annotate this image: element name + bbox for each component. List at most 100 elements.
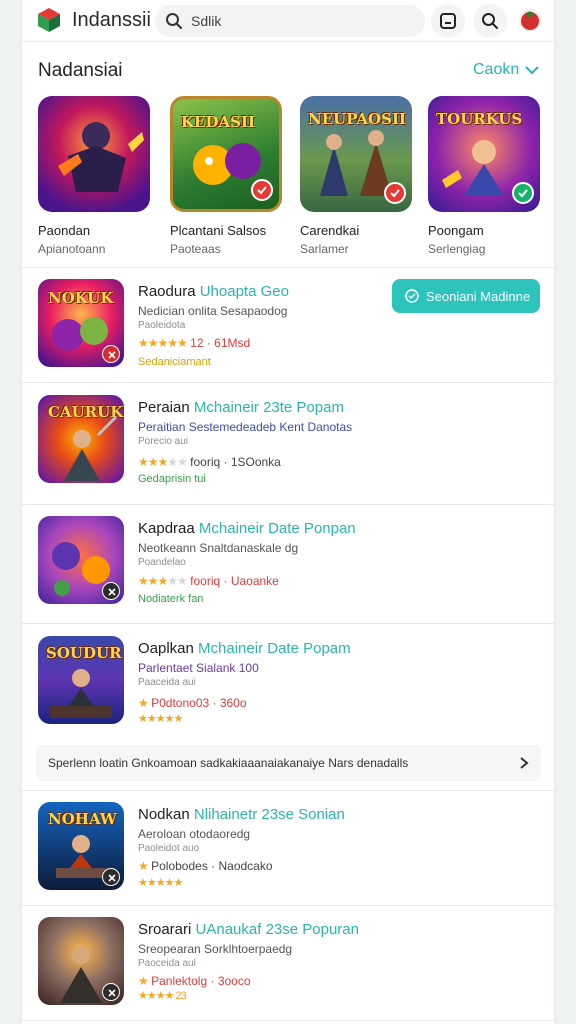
close-badge (102, 345, 120, 363)
featured-card[interactable]: KEDASII Plcantani Salsos Paoteaas (170, 96, 286, 256)
list-title-highlight: Nlihainetr 23se Sonian (193, 806, 345, 823)
rating: ★★★★★ fooriq · Uaoanke (138, 574, 279, 588)
rating: ★★★★★ 12 · 61Msd (138, 336, 250, 350)
list-subtitle: Peraitian Sestemedeadeb Kent Danotas (138, 420, 353, 434)
featured-subtitle: Paoteaas (170, 242, 221, 256)
rating: ★ Polobodes · Naodcako (138, 859, 273, 873)
divider (22, 790, 554, 791)
star-rating-icon: ★★★★★ (138, 455, 188, 469)
list-subtitle: Aeroloan otodaoredg (138, 827, 251, 841)
list-title: Oaplkan Mchaineir Date Popam (138, 640, 351, 657)
list-meta: Porecio aui (138, 436, 189, 447)
warrior-art-icon (64, 415, 118, 481)
banner-text: Sperlenn loatin Gnkoamoan sadkakiaaanaia… (48, 756, 409, 770)
star-rating-icon: ★ (138, 859, 149, 873)
featured-name: Plcantani Salsos (170, 223, 267, 238)
install-button[interactable]: Seoniani Madinne (392, 279, 540, 313)
featured-name: Carendkai (300, 223, 360, 238)
star-rating-icon: ★ (138, 974, 149, 988)
search-button[interactable] (473, 4, 507, 38)
app-window: Indanssii Sdlik Nadansiai Caokn Paondan … (22, 0, 554, 1024)
list-title: Sroarari UAnaukaf 23se Popuran (138, 921, 359, 938)
check-circle-icon (405, 289, 419, 303)
list-title-highlight: Uhoapta Geo (199, 283, 289, 300)
star-rating-icon: ★★★★★ (138, 336, 188, 350)
divider (22, 267, 554, 268)
list-item[interactable]: SOUDUR Oaplkan Mchaineir Date Popam Parl… (22, 636, 554, 756)
hero-art-icon (58, 122, 144, 192)
developer-label: Sedaniciamant (138, 356, 211, 368)
warrior-art-icon (50, 669, 112, 718)
rating-text: fooriq · Uaoanke (190, 574, 279, 588)
featured-name: Poongam (428, 223, 484, 238)
menu-square-icon (440, 13, 456, 29)
divider (22, 623, 554, 624)
list-title: Peraian Mchaineir 23te Popam (138, 399, 344, 416)
list-subtitle: Nedician onlita Sesapaodog (138, 304, 288, 318)
featured-thumbnail: TOURKUS (428, 96, 540, 212)
divider (22, 382, 554, 383)
verified-badge (251, 179, 273, 201)
close-icon (108, 874, 116, 882)
list-title: Raodura Uhoapta Geo (138, 283, 289, 300)
list-item[interactable]: Sroarari UAnaukaf 23se Popuran Sreopeara… (22, 917, 554, 1024)
user-avatar-icon[interactable] (518, 8, 542, 32)
list-meta: Paoceida aul (138, 958, 196, 969)
close-icon (108, 989, 116, 997)
section-title: Nadansiai (38, 60, 123, 81)
featured-thumbnail: KEDASII (170, 96, 282, 212)
featured-thumbnail: NEUPAOSII (300, 96, 412, 212)
list-item[interactable]: NOKUK Raodura Uhoapta Geo Nedician onlit… (22, 279, 554, 399)
developer-label: Gedaprisin tui (138, 473, 206, 485)
list-meta: Paoleidota (138, 320, 186, 331)
check-icon (390, 189, 400, 198)
chevron-right-icon (520, 757, 529, 769)
rating-text: 12 · 61Msd (190, 336, 251, 350)
list-title: Kapdraa Mchaineir Date Ponpan (138, 520, 356, 537)
stars-filled: ★★★ (138, 455, 168, 469)
star-rating-icon: ★ (138, 696, 149, 710)
check-icon (518, 189, 528, 198)
app-logo-icon[interactable] (36, 7, 62, 33)
list-item[interactable]: NOHAW Nodkan Nlihainetr 23se Sonian Aero… (22, 802, 554, 922)
rating: ★ Panlektolg · 3ooco (138, 974, 251, 988)
featured-card[interactable]: Paondan Apianotoann (38, 96, 154, 256)
list-meta: Paaceida aui (138, 677, 196, 688)
app-name: Indanssii (72, 9, 151, 31)
search-icon (482, 13, 498, 29)
list-title-highlight: Mchaineir Date Ponpan (198, 520, 356, 537)
star-rating-icon: ★★★★★ (138, 574, 188, 588)
star-rating-icon: ★★★★ 23 (138, 990, 187, 1002)
rating-text: Panlektolg · 3ooco (151, 974, 251, 988)
featured-card[interactable]: TOURKUS Poongam Serlengiag (428, 96, 544, 256)
close-badge (102, 868, 120, 886)
list-thumbnail: SOUDUR (38, 636, 124, 724)
rating: ★ P0dtono03 · 360o (138, 696, 247, 710)
rating: ★★★★★ fooriq · 1SOonka (138, 455, 281, 469)
list-title-main: Oaplkan (138, 640, 194, 657)
search-bar[interactable]: Sdlik (155, 5, 425, 37)
list-meta: Paoleidot auo (138, 843, 200, 854)
list-item[interactable]: CAURUK Peraian Mchaineir 23te Popam Pera… (22, 395, 554, 515)
list-thumbnail: NOKUK (38, 279, 124, 367)
list-item[interactable]: Kapdraa Mchaineir Date Ponpan Neotkeann … (22, 516, 554, 636)
close-icon (108, 351, 116, 359)
promo-banner[interactable]: Sperlenn loatin Gnkoamoan sadkakiaaanaia… (36, 745, 541, 781)
list-thumbnail: CAURUK (38, 395, 124, 483)
star-rating-icon: ★★★★★ (138, 713, 183, 725)
divider (22, 1020, 554, 1021)
divider (22, 905, 554, 906)
list-subtitle: Parlentaet Sialank 100 (138, 661, 259, 675)
list-title-main: Nodkan (138, 806, 190, 823)
section-dropdown[interactable]: Caokn (473, 61, 539, 79)
featured-subtitle: Sarlamer (300, 242, 349, 256)
list-title: Nodkan Nlihainetr 23se Sonian (138, 806, 345, 823)
verified-badge (384, 182, 406, 204)
featured-thumbnail (38, 96, 150, 212)
developer-label: Nodiaterk fan (138, 593, 204, 605)
close-icon (108, 588, 116, 596)
divider (22, 504, 554, 505)
search-input[interactable]: Sdlik (191, 13, 221, 29)
featured-card[interactable]: NEUPAOSII Carendkai Sarlamer (300, 96, 416, 256)
menu-button[interactable] (431, 4, 465, 38)
